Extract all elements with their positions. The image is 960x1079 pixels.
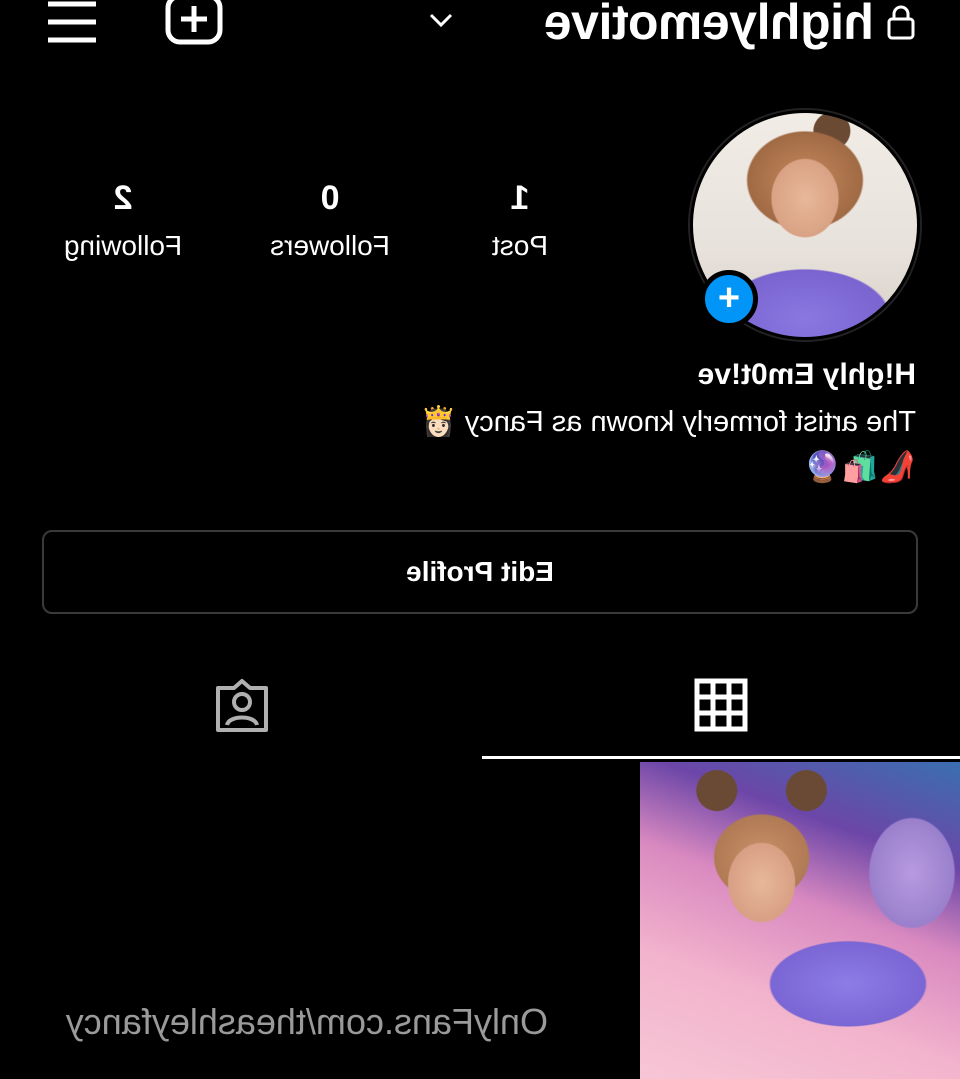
grid-icon [694, 678, 748, 732]
posts-stat[interactable]: 1 Post [460, 176, 580, 266]
new-post-icon[interactable] [164, 0, 224, 48]
display-name: H!ghly Em0t!ve [697, 358, 916, 391]
top-bar: highlyemotive [0, 0, 960, 60]
tagged-person-icon [216, 679, 268, 732]
followers-count: 0 [320, 179, 340, 217]
lock-icon [887, 5, 915, 40]
watermark-text: OnlyFans.com/theashleyfancy [65, 1001, 548, 1042]
menu-icon[interactable] [44, 0, 100, 46]
chevron-down-icon[interactable] [428, 10, 454, 30]
username[interactable]: highlyemotive [544, 0, 874, 52]
following-stat[interactable]: 2 Following [38, 176, 208, 266]
following-count: 2 [113, 179, 133, 217]
add-story-icon[interactable]: + [700, 270, 758, 328]
followers-stat[interactable]: 0 Followers [240, 176, 420, 266]
posts-label: Post [491, 230, 549, 261]
bio-emoji: 👠🛍️🔮 [803, 451, 916, 484]
profile-screen: highlyemotive + 1 Post 0 Followers 2 Fol… [0, 0, 960, 1079]
followers-label: Followers [270, 230, 390, 261]
following-label: Following [63, 230, 183, 261]
tab-posts-grid[interactable] [480, 660, 960, 760]
bio-text: The artist formerly known as Fancy 👸🏻 [420, 406, 916, 438]
tab-tagged[interactable] [0, 660, 480, 760]
post-thumbnail[interactable] [640, 762, 960, 1079]
selected-tab-indicator [482, 756, 960, 759]
posts-count: 1 [510, 179, 530, 217]
edit-profile-button[interactable]: Edit Profile [42, 530, 918, 614]
